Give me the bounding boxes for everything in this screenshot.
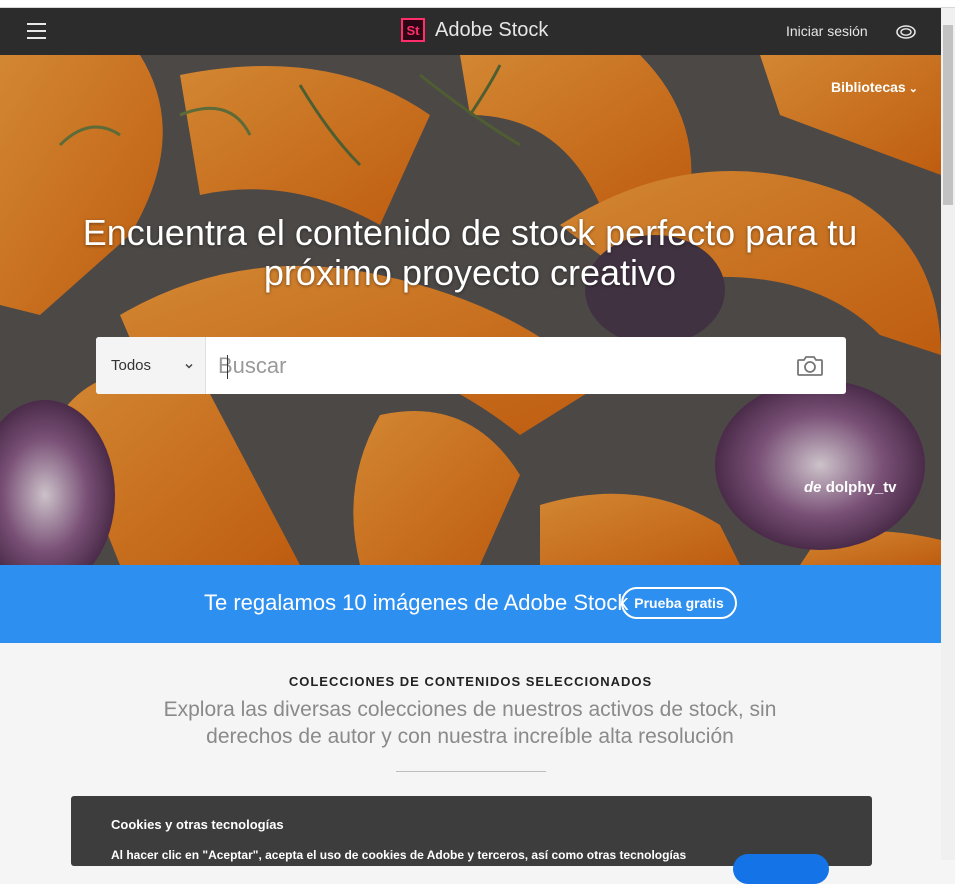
creative-cloud-icon[interactable]: [895, 22, 917, 40]
cookie-banner: Cookies y otras tecnologías Al hacer cli…: [71, 796, 872, 884]
text-cursor: [227, 355, 228, 379]
signin-link[interactable]: Iniciar sesión: [786, 23, 868, 39]
libraries-label: Bibliotecas: [831, 79, 906, 95]
hero-title: Encuentra el contenido de stock perfecto…: [82, 212, 858, 293]
scrollbar-thumb[interactable]: [943, 25, 953, 205]
collections-heading: COLECCIONES DE CONTENIDOS SELECCIONADOS: [288, 674, 653, 689]
hero-banner: Bibliotecas ⌄ Encuentra el contenido de s…: [0, 55, 941, 565]
free-trial-button[interactable]: Prueba gratis: [621, 587, 737, 619]
logo-text: Adobe Stock: [435, 18, 549, 41]
browser-top-edge: [0, 0, 955, 8]
top-navigation-bar: St Adobe Stock Iniciar sesión: [0, 8, 941, 55]
libraries-dropdown[interactable]: Bibliotecas ⌄: [831, 79, 918, 95]
search-input[interactable]: [216, 345, 780, 387]
collections-description: Explora las diversas colecciones de nues…: [163, 698, 777, 748]
search-category-select[interactable]: Todos: [96, 337, 206, 394]
hamburger-menu-icon[interactable]: [27, 23, 46, 39]
chevron-down-icon: [185, 363, 193, 369]
section-divider: [396, 771, 546, 772]
camera-icon[interactable]: [796, 355, 824, 377]
promo-banner: Te regalamos 10 imágenes de Adobe Stock …: [0, 565, 941, 643]
search-category-value: Todos: [111, 357, 152, 374]
search-bar: Todos: [96, 337, 846, 394]
cookie-title: Cookies y otras tecnologías: [111, 817, 284, 832]
accept-cookies-button[interactable]: [733, 854, 829, 884]
chevron-down-icon: ⌄: [908, 83, 918, 95]
promo-text: Te regalamos 10 imágenes de Adobe Stock: [204, 590, 629, 615]
credit-prefix: de: [804, 479, 822, 496]
hero-background-image: [0, 55, 941, 565]
credit-author: dolphy_tv: [825, 479, 897, 496]
adobe-stock-logo[interactable]: St Adobe Stock: [401, 18, 548, 42]
photo-credit[interactable]: de dolphy_tv: [804, 479, 897, 496]
stock-logo-badge: St: [401, 18, 425, 42]
